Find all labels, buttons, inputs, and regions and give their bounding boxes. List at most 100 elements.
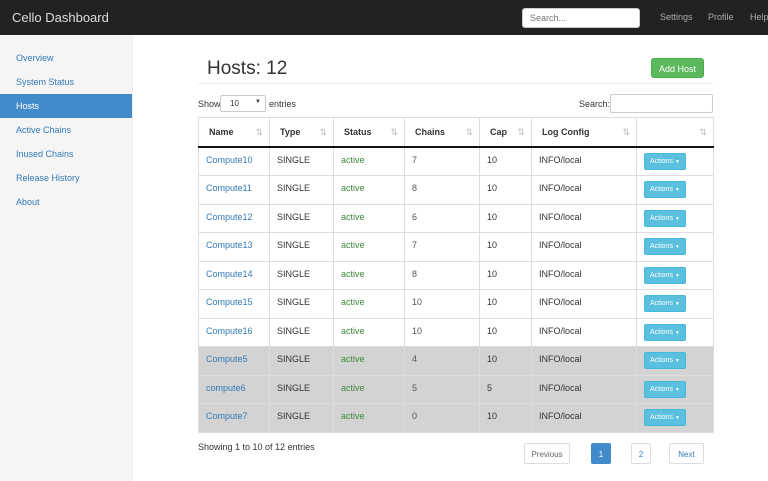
- host-cap-cell: 5: [479, 374, 532, 404]
- nav-profile-link[interactable]: Profile: [708, 12, 734, 22]
- table-row: Compute11 SINGLE active 8 10 INFO/local Action…: [198, 175, 714, 205]
- entries-select[interactable]: 10 ▼: [220, 95, 266, 112]
- caret-down-icon: ▼: [674, 386, 680, 393]
- host-status: active: [341, 268, 365, 279]
- host-log-config-cell: INFO/local: [531, 346, 637, 376]
- actions-dropdown-button[interactable]: Actions ▼: [644, 409, 686, 426]
- host-name-link-cell: Compute5: [198, 346, 270, 376]
- host-status-cell: active: [333, 232, 405, 262]
- host-name-link-cell: compute6: [198, 374, 270, 404]
- host-name-link[interactable]: Compute13: [206, 240, 253, 250]
- host-name-link[interactable]: Compute15: [206, 297, 253, 307]
- caret-down-icon: ▼: [674, 244, 680, 250]
- nav-settings-link[interactable]: Settings: [660, 12, 693, 22]
- col-header-type[interactable]: Type ⇅: [269, 117, 334, 148]
- actions-dropdown-button[interactable]: Actions ▼: [644, 181, 686, 198]
- host-chains: 8: [412, 183, 418, 193]
- host-chains: 7: [412, 240, 418, 250]
- host-chains-cell: 4: [404, 346, 480, 376]
- actions-cell: Actions ▼: [636, 346, 714, 376]
- host-log-config: INFO/local: [539, 411, 582, 421]
- host-status: active: [341, 155, 365, 165]
- host-status-cell: active: [333, 403, 405, 433]
- actions-dropdown-button[interactable]: Actions ▼: [644, 238, 686, 255]
- host-name-link[interactable]: Compute16: [206, 326, 253, 336]
- host-log-config: INFO/local: [539, 268, 582, 279]
- nav-help-link[interactable]: Help: [750, 12, 768, 22]
- host-status-cell: active: [333, 289, 405, 319]
- actions-button-label: Actions: [650, 271, 673, 279]
- actions-cell: Actions ▼: [636, 374, 714, 404]
- col-header-actions[interactable]: ⇅: [636, 117, 714, 148]
- actions-button-label: Actions: [650, 385, 673, 393]
- host-chains-cell: 7: [404, 146, 480, 176]
- col-header-chains[interactable]: Chains ⇅: [404, 117, 480, 148]
- sidebar-item-hosts[interactable]: Hosts: [0, 94, 132, 118]
- pagination-next[interactable]: Next: [669, 443, 704, 464]
- host-chains-cell: 7: [404, 232, 480, 262]
- host-name-link[interactable]: Compute7: [206, 411, 248, 421]
- host-chains: 8: [412, 268, 418, 279]
- actions-button-label: Actions: [650, 414, 673, 421]
- host-type: SINGLE: [277, 183, 311, 193]
- table-row: Compute12 SINGLE active 6 10 INFO/local Action…: [198, 203, 714, 233]
- host-log-config: INFO/local: [539, 354, 582, 364]
- host-status: active: [341, 211, 365, 222]
- sort-arrows-icon: ⇅: [622, 127, 630, 137]
- actions-dropdown-button[interactable]: Actions ▼: [644, 295, 686, 312]
- actions-button-label: Actions: [650, 158, 673, 165]
- sidebar-item-release-history[interactable]: Release History: [0, 166, 132, 190]
- host-type: SINGLE: [277, 325, 311, 336]
- host-name-link[interactable]: Compute12: [206, 212, 253, 222]
- host-chains-cell: 0: [404, 403, 480, 433]
- host-status: active: [341, 325, 365, 336]
- col-header-status[interactable]: Status ⇅: [333, 117, 405, 148]
- actions-dropdown-button[interactable]: Actions ▼: [644, 352, 686, 369]
- host-type: SINGLE: [277, 211, 311, 222]
- host-type-cell: SINGLE: [269, 374, 334, 404]
- host-log-config: INFO/local: [539, 325, 582, 336]
- sidebar-item-active-chains[interactable]: Active Chains: [0, 118, 132, 142]
- pagination-page-1[interactable]: 1: [591, 443, 611, 464]
- host-name-link[interactable]: Compute10: [206, 155, 253, 165]
- table-row: Compute10 SINGLE active 7 10 INFO/local Action…: [198, 146, 714, 176]
- host-chains-cell: 10: [404, 289, 480, 319]
- caret-down-icon: ▼: [674, 215, 680, 222]
- host-type-cell: SINGLE: [269, 346, 334, 376]
- host-name-link[interactable]: Compute5: [206, 354, 248, 364]
- navbar-search-input[interactable]: [522, 8, 640, 28]
- host-name-link[interactable]: compute6: [206, 383, 246, 393]
- host-cap-cell: 10: [479, 346, 532, 376]
- host-name-link[interactable]: Compute11: [206, 183, 252, 193]
- sidebar-item-overview[interactable]: Overview: [0, 46, 132, 70]
- host-cap-cell: 10: [479, 175, 532, 205]
- caret-down-icon: ▼: [255, 99, 261, 105]
- col-header-log-config[interactable]: Log Config ⇅: [531, 117, 637, 148]
- actions-dropdown-button[interactable]: Actions ▼: [644, 323, 686, 341]
- host-status-cell: active: [333, 374, 405, 404]
- sidebar-item-system-status[interactable]: System Status: [0, 70, 132, 94]
- top-navbar: Cello Dashboard Settings Profile Help: [0, 0, 768, 35]
- caret-down-icon: ▼: [674, 301, 680, 307]
- host-name-link[interactable]: Compute14: [206, 269, 253, 279]
- add-host-button[interactable]: Add Host: [651, 58, 704, 78]
- actions-dropdown-button[interactable]: Actions ▼: [644, 266, 686, 284]
- brand-title[interactable]: Cello Dashboard: [12, 10, 109, 25]
- actions-dropdown-button[interactable]: Actions ▼: [644, 153, 686, 170]
- host-status: active: [341, 183, 365, 193]
- col-header-cap[interactable]: Cap ⇅: [479, 117, 532, 148]
- col-header-name[interactable]: Name ⇅: [198, 117, 270, 148]
- pagination-previous[interactable]: Previous: [524, 443, 570, 464]
- table-row: Compute13 SINGLE active 7 10 INFO/local Action…: [198, 232, 714, 262]
- host-status-cell: active: [333, 146, 405, 176]
- host-log-config-cell: INFO/local: [531, 260, 637, 290]
- pagination-page-2[interactable]: 2: [631, 443, 651, 464]
- host-log-config: INFO/local: [539, 240, 582, 250]
- host-status: active: [341, 382, 365, 393]
- actions-dropdown-button[interactable]: Actions ▼: [644, 209, 686, 227]
- actions-dropdown-button[interactable]: Actions ▼: [644, 380, 686, 398]
- table-search-input[interactable]: [610, 94, 713, 113]
- sidebar-item-about[interactable]: About: [0, 190, 132, 214]
- host-chains-cell: 8: [404, 260, 480, 290]
- sidebar-item-inused-chains[interactable]: Inused Chains: [0, 142, 132, 166]
